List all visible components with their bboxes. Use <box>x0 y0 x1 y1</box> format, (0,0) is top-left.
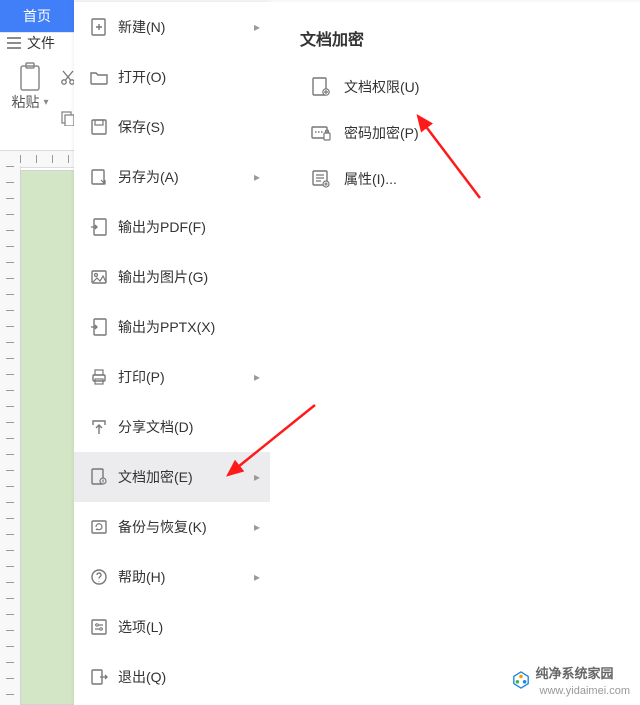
share-icon <box>86 417 112 437</box>
menu-item-help[interactable]: 帮助(H) ▸ <box>74 552 270 602</box>
file-menu-button[interactable]: 文件 <box>0 32 74 54</box>
help-icon <box>86 567 112 587</box>
chevron-down-icon: ▾ <box>43 97 48 108</box>
document-canvas[interactable] <box>20 170 76 705</box>
menu-label: 帮助(H) <box>118 567 165 587</box>
menu-label: 另存为(A) <box>118 167 179 187</box>
watermark-url: www.yidaimei.com <box>540 685 630 697</box>
folder-icon <box>86 67 112 87</box>
properties-icon <box>306 168 336 190</box>
menu-label: 输出为图片(G) <box>118 267 208 287</box>
submenu-item-docperm[interactable]: 文档权限(U) <box>270 64 640 110</box>
print-icon <box>86 367 112 387</box>
encrypt-icon <box>86 467 112 487</box>
menu-item-exit[interactable]: 退出(Q) <box>74 652 270 702</box>
menu-item-new[interactable]: 新建(N) ▸ <box>74 2 270 52</box>
menu-label: 退出(Q) <box>118 667 166 687</box>
submenu-label: 文档权限(U) <box>344 77 419 97</box>
export-image-icon <box>86 267 112 287</box>
menu-label: 打开(O) <box>118 67 166 87</box>
file-menu-label: 文件 <box>27 33 55 53</box>
menu-item-saveas[interactable]: 另存为(A) ▸ <box>74 152 270 202</box>
app-window: 首页 文件 粘贴 ▾ <box>0 0 640 705</box>
menu-label: 选项(L) <box>118 617 163 637</box>
options-icon <box>86 617 112 637</box>
menu-item-backup[interactable]: 备份与恢复(K) ▸ <box>74 502 270 552</box>
menu-label: 文档加密(E) <box>118 467 193 487</box>
menu-item-exportpptx[interactable]: 输出为PPTX(X) <box>74 302 270 352</box>
menu-item-print[interactable]: 打印(P) ▸ <box>74 352 270 402</box>
menu-item-open[interactable]: 打开(O) <box>74 52 270 102</box>
chevron-right-icon: ▸ <box>254 570 260 584</box>
clipboard-icon <box>17 62 43 92</box>
exit-icon <box>86 667 112 687</box>
paste-label: 粘贴 <box>11 92 39 112</box>
saveas-icon <box>86 167 112 187</box>
menu-item-options[interactable]: 选项(L) <box>74 602 270 652</box>
menu-item-exportpdf[interactable]: 输出为PDF(F) <box>74 202 270 252</box>
submenu-item-properties[interactable]: 属性(I)... <box>270 156 640 202</box>
menu-label: 新建(N) <box>118 17 165 37</box>
menu-label: 打印(P) <box>118 367 165 387</box>
docperm-icon <box>306 76 336 98</box>
export-pdf-icon <box>86 217 112 237</box>
ruler-vertical <box>0 166 21 705</box>
submenu-item-password[interactable]: 密码加密(P) <box>270 110 640 156</box>
paste-button[interactable]: 粘贴 ▾ <box>0 62 60 112</box>
chevron-right-icon: ▸ <box>254 170 260 184</box>
password-icon <box>306 122 336 144</box>
submenu-label: 密码加密(P) <box>344 123 419 143</box>
chevron-right-icon: ▸ <box>254 470 260 484</box>
menu-item-exportimg[interactable]: 输出为图片(G) <box>74 252 270 302</box>
menu-label: 分享文档(D) <box>118 417 193 437</box>
menu-item-share[interactable]: 分享文档(D) <box>74 402 270 452</box>
submenu-label: 属性(I)... <box>344 169 397 189</box>
menu-label: 输出为PDF(F) <box>118 217 206 237</box>
tab-home[interactable]: 首页 <box>0 0 74 32</box>
watermark-text: 纯净系统家园 <box>536 666 614 681</box>
watermark: 纯净系统家园 www.yidaimei.com <box>512 663 630 697</box>
menu-item-save[interactable]: 保存(S) <box>74 102 270 152</box>
menu-label: 输出为PPTX(X) <box>118 317 215 337</box>
chevron-right-icon: ▸ <box>254 20 260 34</box>
menu-label: 保存(S) <box>118 117 165 137</box>
new-doc-icon <box>86 17 112 37</box>
tab-home-label: 首页 <box>23 6 51 26</box>
submenu-encrypt: 文档加密 文档权限(U) 密码加密(P) 属性(I)... <box>270 2 640 705</box>
menu-item-encrypt[interactable]: 文档加密(E) ▸ <box>74 452 270 502</box>
menu-icon <box>7 37 21 49</box>
save-icon <box>86 117 112 137</box>
file-menu: 新建(N) ▸ 打开(O) 保存(S) 另存为(A) ▸ 输出为 <box>74 2 270 705</box>
chevron-right-icon: ▸ <box>254 520 260 534</box>
menu-label: 备份与恢复(K) <box>118 517 207 537</box>
export-pptx-icon <box>86 317 112 337</box>
watermark-logo-icon <box>512 671 530 689</box>
backup-icon <box>86 517 112 537</box>
chevron-right-icon: ▸ <box>254 370 260 384</box>
submenu-header: 文档加密 <box>270 2 640 64</box>
